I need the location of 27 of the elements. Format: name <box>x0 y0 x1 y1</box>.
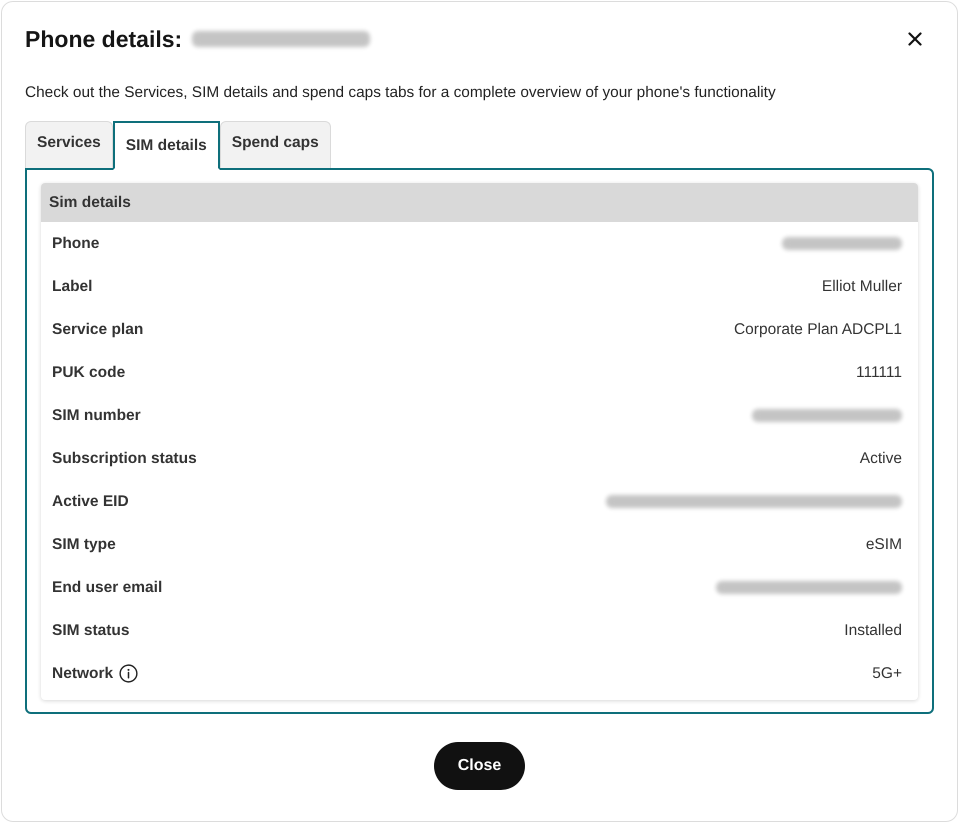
close-button[interactable]: Close <box>434 742 525 790</box>
field-label: End user email <box>52 578 162 596</box>
field-label: Label <box>52 278 92 296</box>
tab[interactable]: SIM details <box>112 121 220 170</box>
field-value: Corporate Plan ADCPL1 <box>734 320 902 338</box>
field-label: PUK code <box>52 364 126 382</box>
field-label: Service plan <box>52 320 144 338</box>
field-value: Elliot Muller <box>822 278 902 296</box>
field-value: Active <box>860 450 902 468</box>
field-value: eSIM <box>866 536 902 554</box>
field-label: SIM status <box>52 622 130 640</box>
dialog-title: Phone details: <box>25 26 182 52</box>
field-value: 5G+ <box>872 664 902 682</box>
field-label: SIM type <box>52 536 116 554</box>
field-label: Network <box>52 664 114 682</box>
field-label: Subscription status <box>52 450 197 468</box>
info-icon[interactable] <box>119 664 138 683</box>
close-icon[interactable] <box>906 30 924 48</box>
field-label: SIM number <box>52 406 141 424</box>
tab[interactable]: Services <box>25 121 113 168</box>
tab[interactable]: Spend caps <box>220 121 331 168</box>
field-value: Installed <box>844 622 902 640</box>
field-label: Phone <box>52 234 100 252</box>
section-header: Sim details <box>41 183 918 222</box>
field-value: 111111 <box>856 364 902 382</box>
field-label: Active EID <box>52 492 129 510</box>
description-text: Check out the Services, SIM details and spend caps tabs for a complete overview of your phone's functionality <box>25 83 777 103</box>
